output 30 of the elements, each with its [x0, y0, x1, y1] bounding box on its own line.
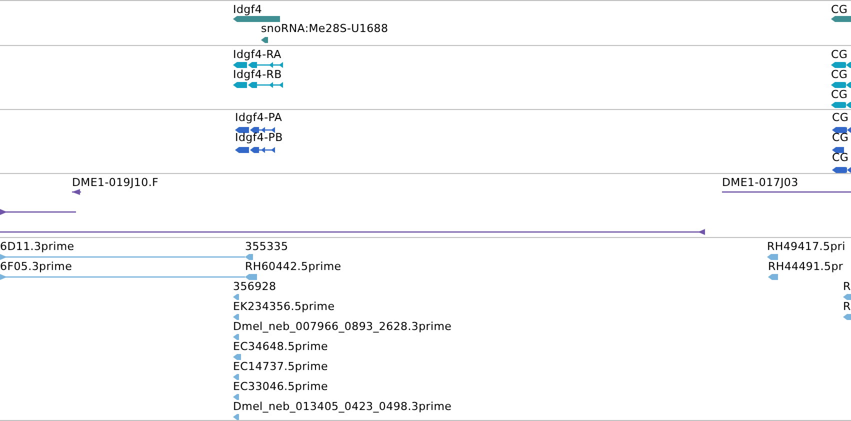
feature-label: snoRNA:Me28S-U1688: [261, 22, 388, 35]
feature-label: 6D11.3prime: [0, 240, 74, 253]
feature-label: 355335: [245, 240, 288, 253]
feature-label: R: [843, 280, 851, 293]
feature-label: Idgf4-RB: [233, 68, 282, 81]
feature-label: Idgf4-RA: [233, 48, 282, 61]
feature-label: 6F05.3prime: [0, 260, 72, 273]
feature-label: CG: [831, 3, 848, 16]
feature-label: R: [843, 300, 851, 313]
feature-label: EC34648.5prime: [233, 340, 328, 353]
feature-label: Idgf4: [233, 3, 262, 16]
feature-label: CG: [832, 131, 849, 144]
feature-label: CG: [831, 88, 848, 101]
feature-label: EC14737.5prime: [233, 360, 328, 373]
feature-label: CG: [831, 68, 848, 81]
feature-label: DME1-019J10.F: [72, 176, 159, 189]
feature-label: Idgf4-PA: [235, 111, 282, 124]
feature-label: EC33046.5prime: [233, 380, 328, 393]
feature-label: RH60442.5prime: [245, 260, 342, 273]
feature-label: 356928: [233, 280, 276, 293]
feature-label: DME1-017J03: [722, 176, 798, 189]
feature-label: Dmel_neb_013405_0423_0498.3prime: [233, 400, 452, 413]
feature-label: Idgf4-PB: [235, 131, 283, 144]
feature-label: CG: [832, 111, 849, 124]
feature-label: EK234356.5prime: [233, 300, 335, 313]
feature-label: CG: [832, 151, 849, 164]
feature-label: RH44491.5pr: [768, 260, 844, 273]
feature-label: RH49417.5pri: [767, 240, 846, 253]
feature-label: Dmel_neb_007966_0893_2628.3prime: [233, 320, 452, 333]
feature-label: CG: [831, 48, 848, 61]
